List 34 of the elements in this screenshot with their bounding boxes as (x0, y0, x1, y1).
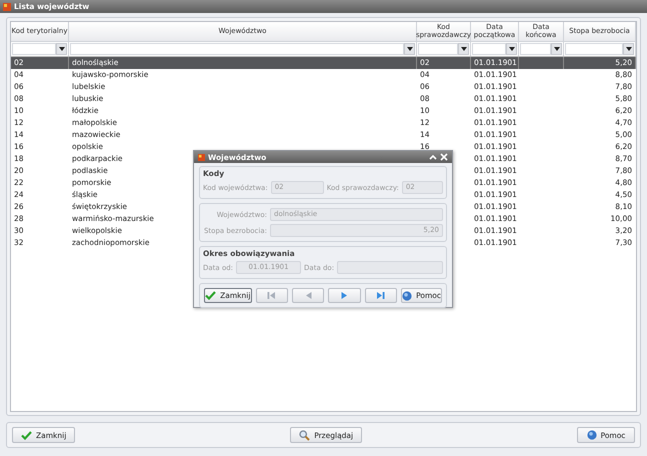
previous-icon (304, 291, 313, 300)
dropdown-button[interactable] (551, 43, 562, 55)
collapse-icon[interactable] (429, 154, 437, 160)
navigation-button[interactable] (328, 288, 361, 303)
dropdown-button[interactable] (458, 43, 469, 55)
filter-field[interactable] (565, 43, 623, 55)
help-icon (402, 290, 412, 300)
filter-field[interactable] (520, 43, 551, 55)
dropdown-arrow-icon (58, 47, 64, 51)
dropdown-button[interactable] (56, 43, 67, 55)
app-icon (3, 2, 11, 10)
dropdown-arrow-icon (554, 47, 560, 51)
first-record-icon (267, 291, 276, 300)
close-icon[interactable] (440, 153, 448, 161)
checkmark-icon (21, 430, 32, 440)
search-icon (299, 430, 310, 440)
filter-field[interactable] (12, 43, 56, 55)
next-icon (340, 291, 350, 300)
dropdown-arrow-icon (508, 47, 514, 51)
dropdown-arrow-icon (626, 47, 632, 51)
dropdown-arrow-icon (460, 47, 466, 51)
navigation-button[interactable] (364, 288, 398, 303)
filter-field[interactable] (472, 43, 506, 55)
dropdown-button[interactable] (506, 43, 517, 55)
dropdown-arrow-icon (406, 47, 412, 51)
dropdown-button[interactable] (404, 43, 415, 55)
app-icon (198, 154, 205, 160)
help-icon (586, 430, 597, 440)
dropdown-button[interactable] (623, 43, 634, 55)
last-record-icon (376, 291, 386, 300)
filter-field[interactable] (418, 43, 458, 55)
checkmark-icon (205, 291, 216, 300)
input-field[interactable] (337, 261, 443, 274)
filter-field[interactable] (70, 43, 404, 55)
